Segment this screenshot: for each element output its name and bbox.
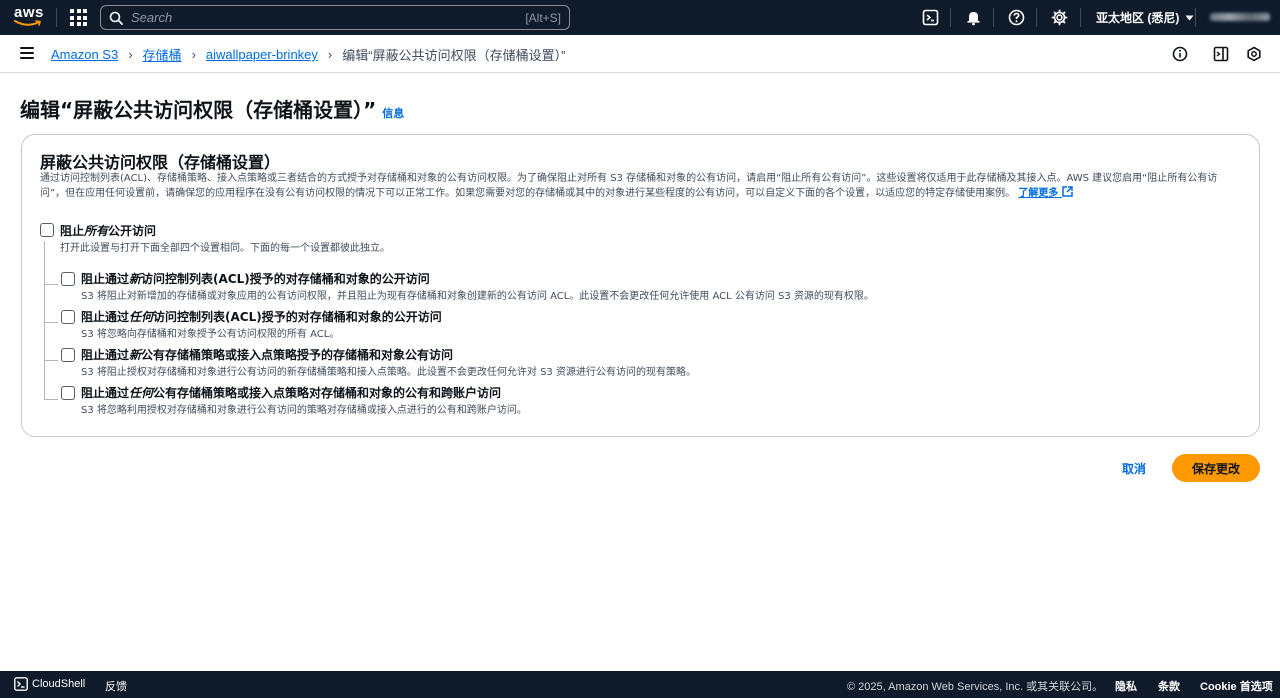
region-selector[interactable]: 亚太地区 (悉尼): [1096, 9, 1194, 26]
label-part: 阻止通过: [81, 310, 130, 324]
label-emphasis: 所有: [84, 224, 109, 238]
breadcrumb-current: 编辑“屏蔽公共访问权限（存储桶设置）”: [342, 48, 566, 63]
label-emphasis: 新: [129, 348, 142, 362]
help-icon[interactable]: [1008, 9, 1025, 26]
cancel-button[interactable]: 取消: [1108, 455, 1160, 481]
nav-divider: [1080, 8, 1081, 27]
learn-more-text: 了解更多: [1018, 188, 1059, 199]
chevron-right-icon: ›: [128, 47, 133, 62]
block-any-acl-checkbox[interactable]: [61, 310, 75, 324]
block-any-policy-description: S3 将忽略利用授权对存储桶和对象进行公有访问的策略对存储桶或接入点进行的公有和…: [81, 405, 527, 416]
block-any-acl-description: S3 将忽略向存储桶和对象授予公有访问权限的所有 ACL。: [81, 329, 340, 340]
block-new-policy-checkbox[interactable]: [61, 348, 75, 362]
nav-divider: [1195, 8, 1196, 27]
block-all-label[interactable]: 阻止所有公开访问: [60, 222, 156, 239]
block-all-checkbox[interactable]: [40, 223, 54, 237]
block-new-acl-checkbox[interactable]: [61, 272, 75, 286]
settings-gear-icon[interactable]: [1051, 9, 1068, 26]
external-link-icon: [1062, 186, 1073, 197]
cloudshell-link[interactable]: CloudShell: [32, 678, 85, 690]
save-changes-button[interactable]: 保存更改: [1172, 454, 1260, 482]
cookie-preferences-link[interactable]: Cookie 首选项: [1200, 678, 1273, 694]
label-part: 访问控制列表(ACL)授予的对存储桶和对象的公开访问: [153, 310, 442, 324]
breadcrumb-bar: Amazon S3 › 存储桶 › aiwallpaper-brinkey › …: [0, 35, 1280, 73]
nav-divider: [993, 8, 994, 27]
tree-connector-line: [44, 322, 58, 323]
feedback-link[interactable]: 反馈: [105, 678, 127, 694]
label-part: 阻止通过: [81, 348, 130, 362]
panel-description: 通过访问控制列表(ACL)、存储桶策略、接入点策略或三者结合的方式授予对存储桶和…: [40, 172, 1240, 201]
caret-down-icon: [1185, 15, 1194, 20]
search-icon: [109, 11, 123, 25]
tree-connector-line: [44, 360, 58, 361]
aws-logo-text: aws: [14, 4, 44, 21]
block-new-policy-description: S3 将阻止授权对存储桶和对象进行公有访问的新存储桶策略和接入点策略。此设置不会…: [81, 367, 696, 378]
label-part: 公有存储桶策略或接入点策略授予的存储桶和对象公有访问: [141, 348, 454, 362]
page-title: 编辑“屏蔽公共访问权限（存储桶设置）” 信息: [20, 94, 404, 123]
label-part: 公有存储桶策略或接入点策略对存储桶和对象的公有和跨账户访问: [153, 386, 502, 400]
info-link[interactable]: 信息: [382, 105, 404, 121]
block-any-policy-label[interactable]: 阻止通过任何公有存储桶策略或接入点策略对存储桶和对象的公有和跨账户访问: [81, 384, 501, 401]
breadcrumb: Amazon S3 › 存储桶 › aiwallpaper-brinkey › …: [51, 45, 565, 64]
breadcrumb-buckets[interactable]: 存储桶: [143, 45, 182, 64]
menu-hamburger-icon[interactable]: [20, 47, 34, 59]
label-emphasis: 任何: [129, 310, 154, 324]
block-new-acl-description: S3 将阻止对新增加的存储桶或对象应用的公有访问权限，并且阻止为现有存储桶和对象…: [81, 291, 874, 302]
tree-connector-line: [44, 241, 45, 399]
nav-divider: [56, 8, 57, 27]
block-public-access-panel: 屏蔽公共访问权限（存储桶设置） 通过访问控制列表(ACL)、存储桶策略、接入点策…: [21, 134, 1260, 437]
account-menu[interactable]: [1210, 13, 1270, 21]
breadcrumb-bucket-name[interactable]: aiwallpaper-brinkey: [206, 47, 318, 62]
label-emphasis: 任何: [129, 386, 154, 400]
cloudshell-icon[interactable]: [922, 9, 939, 26]
learn-more-link[interactable]: 了解更多: [1018, 186, 1073, 199]
copyright-text: © 2025, Amazon Web Services, Inc. 或其关联公司…: [847, 681, 1104, 693]
label-part: 访问控制列表(ACL)授予的对存储桶和对象的公开访问: [141, 272, 430, 286]
tree-connector-line: [44, 399, 58, 400]
nav-divider: [950, 8, 951, 27]
search-box[interactable]: Search [Alt+S]: [100, 5, 570, 30]
footer: CloudShell 反馈 © 2025, Amazon Web Service…: [0, 671, 1280, 698]
info-circle-icon[interactable]: [1172, 46, 1188, 62]
label-emphasis: 新: [129, 272, 142, 286]
top-navigation: aws Search [Alt+S] 亚太地区 (悉尼): [0, 0, 1280, 35]
services-grid-icon[interactable]: [70, 9, 87, 26]
chevron-right-icon: ›: [327, 47, 333, 62]
search-placeholder: Search: [131, 10, 173, 25]
label-part: 阻止通过: [81, 386, 130, 400]
breadcrumb-amazon-s3[interactable]: Amazon S3: [51, 47, 118, 62]
label-part: 阻止: [60, 224, 85, 238]
nav-divider: [1036, 8, 1037, 27]
privacy-link[interactable]: 隐私: [1115, 678, 1137, 694]
aws-logo[interactable]: aws: [14, 4, 44, 28]
side-panel-icon[interactable]: [1213, 46, 1229, 62]
label-part: 阻止通过: [81, 272, 130, 286]
page-title-text: 编辑“屏蔽公共访问权限（存储桶设置）”: [20, 98, 377, 122]
label-part: 公开访问: [108, 224, 157, 238]
block-all-description: 打开此设置与打开下面全部四个设置相同。下面的每一个设置都彼此独立。: [60, 243, 390, 254]
block-new-acl-label[interactable]: 阻止通过新访问控制列表(ACL)授予的对存储桶和对象的公开访问: [81, 270, 430, 287]
hexagon-settings-icon[interactable]: [1246, 46, 1262, 62]
tree-connector-line: [44, 284, 58, 285]
block-any-policy-checkbox[interactable]: [61, 386, 75, 400]
region-label: 亚太地区 (悉尼): [1096, 11, 1180, 25]
block-any-acl-label[interactable]: 阻止通过任何访问控制列表(ACL)授予的对存储桶和对象的公开访问: [81, 308, 442, 325]
block-new-policy-label[interactable]: 阻止通过新公有存储桶策略或接入点策略授予的存储桶和对象公有访问: [81, 346, 453, 363]
cloudshell-terminal-icon[interactable]: [14, 677, 28, 691]
search-shortcut: [Alt+S]: [525, 10, 561, 25]
terms-link[interactable]: 条款: [1158, 678, 1180, 694]
panel-heading: 屏蔽公共访问权限（存储桶设置）: [40, 153, 281, 172]
chevron-right-icon: ›: [191, 47, 196, 62]
notifications-bell-icon[interactable]: [965, 9, 982, 26]
